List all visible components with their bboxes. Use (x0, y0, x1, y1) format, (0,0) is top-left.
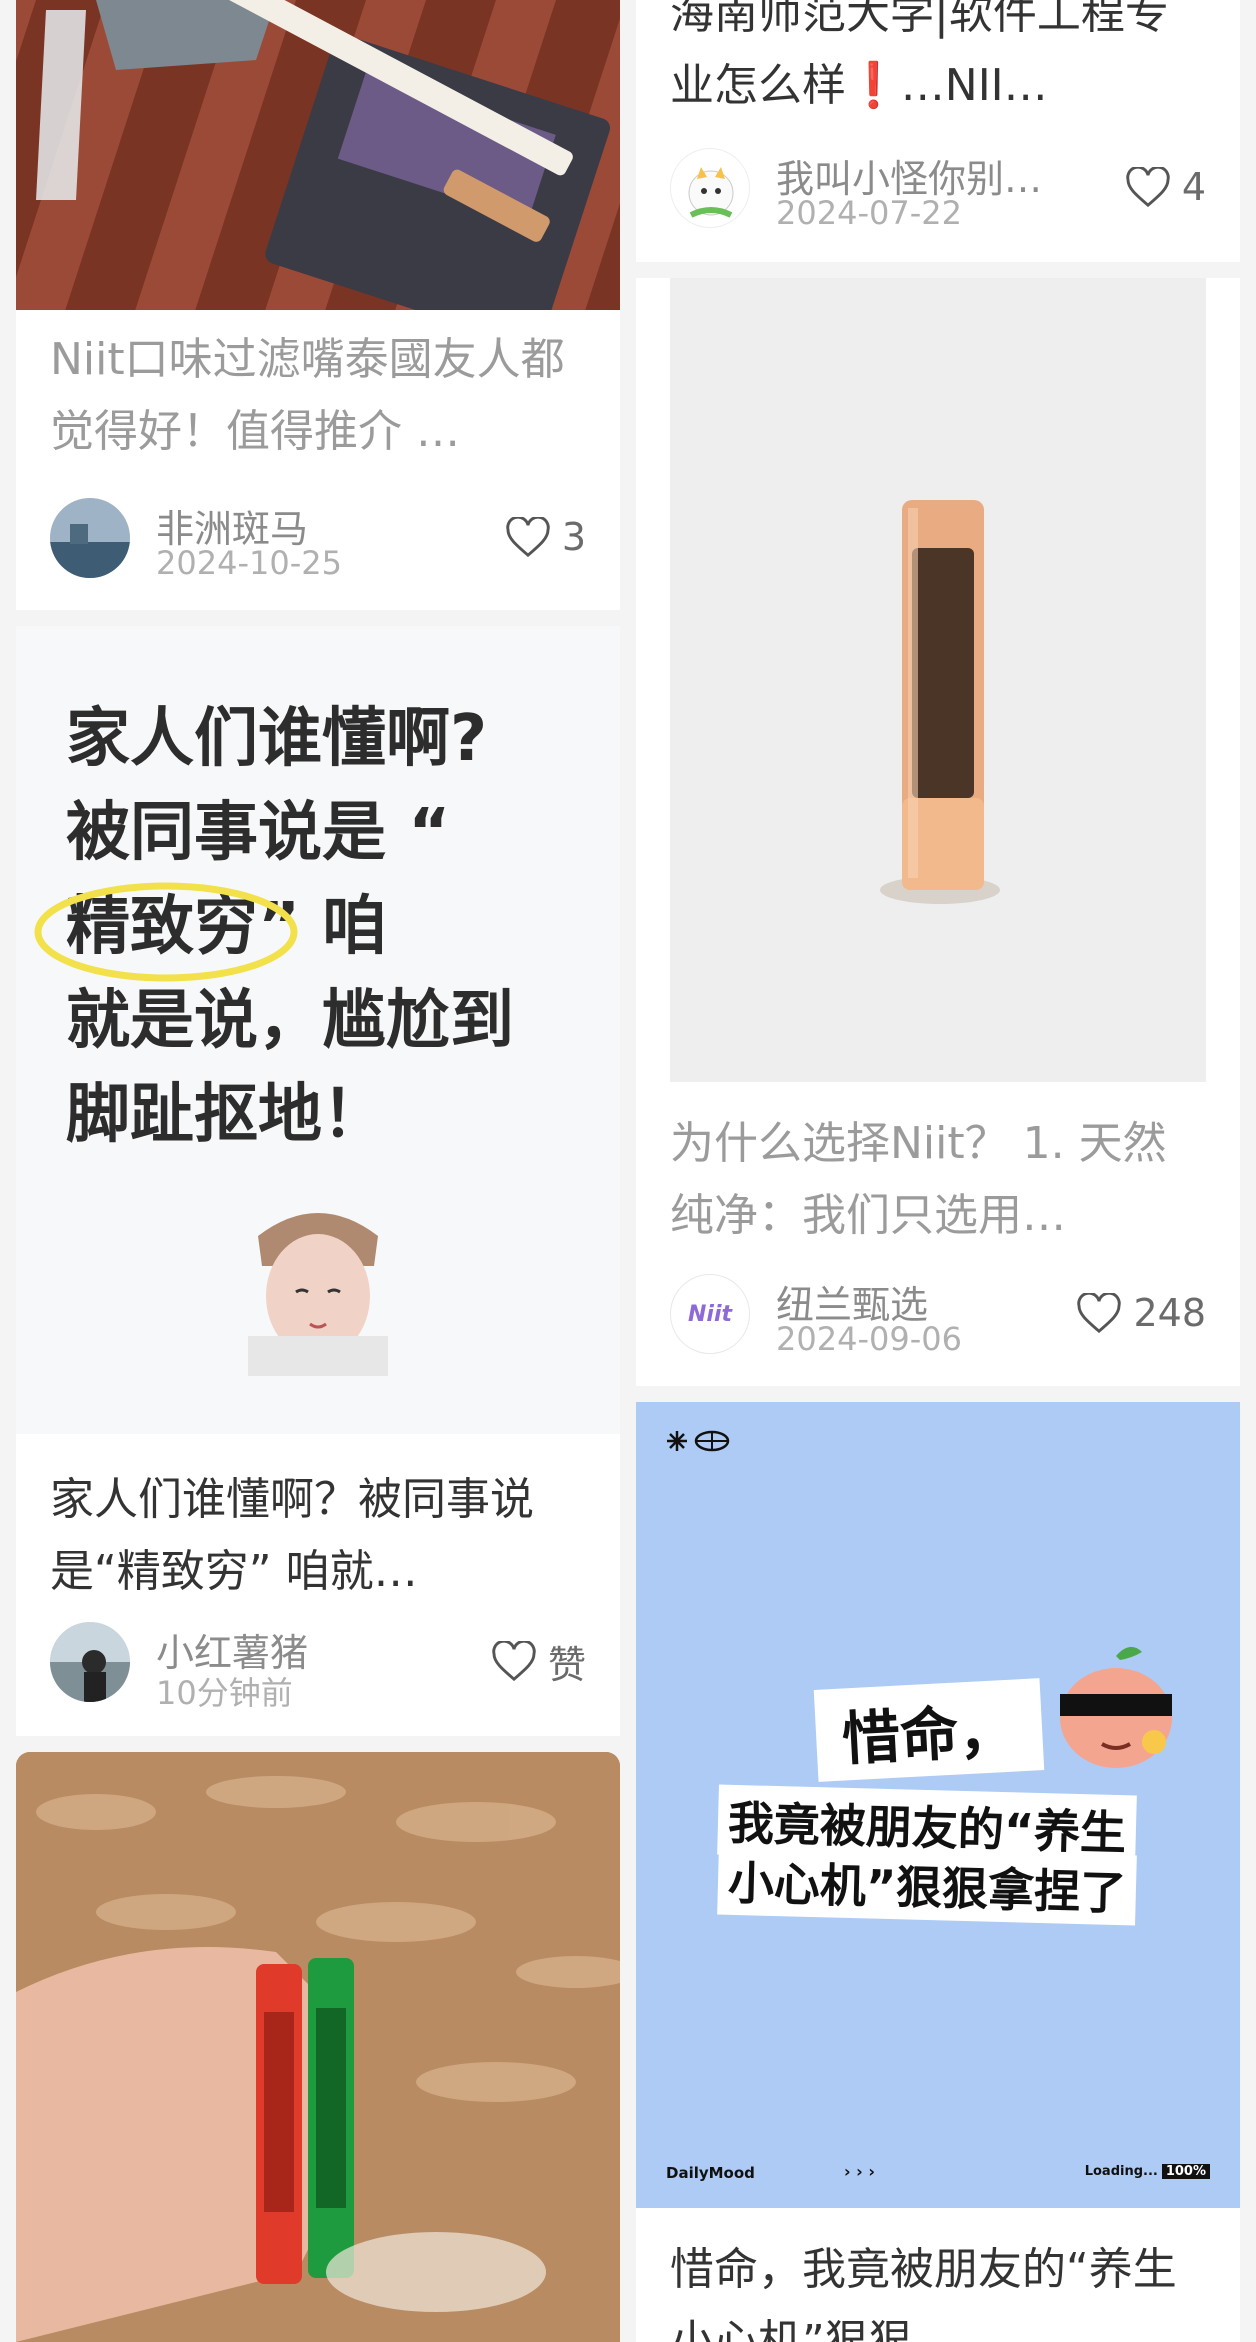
blue-cover: 惜命， 我竟被朋友的“养生 小心机”狠狠拿捏了 DailyMood › › › … (636, 1402, 1240, 2208)
post-date: 10分钟前 (156, 1674, 293, 1712)
card-title: 家人们谁懂啊？被同事说是“精致穷” 咱就… (50, 1474, 534, 1597)
cover-headline-3: 小心机”狠狠拿捏了 (717, 1844, 1138, 1926)
avatar-text: Niit (687, 1301, 732, 1327)
cover-headline-1: 惜命， (813, 1678, 1045, 1782)
like-count: 4 (1181, 165, 1206, 209)
loading-percent: 100% (1161, 2164, 1210, 2179)
card-title: 惜命，我竟被朋友的“养生小心机”狠狠… (670, 2244, 1177, 2342)
post-date: 2024-10-25 (156, 544, 342, 582)
avatar[interactable] (670, 148, 750, 228)
post-date: 2024-07-22 (776, 194, 962, 232)
heart-icon (492, 1641, 536, 1681)
card-meta: 我叫小怪你别… 2024-07-22 4 (670, 148, 1206, 232)
card-meta: 小红薯猪 10分钟前 赞 (50, 1622, 586, 1712)
pager-dots: › › › (844, 2162, 875, 2181)
like-button[interactable]: 248 (1077, 1288, 1206, 1338)
like-count: 3 (561, 515, 586, 559)
feed-card-jingzhiqiong[interactable]: 家人们谁懂啊? 被同事说是 “ 精致穷” 咱 就是说，尴尬到 脚趾抠地！ 家人们… (16, 626, 620, 1736)
sunglasses-peach-sticker (1060, 1646, 1172, 1768)
post-date: 2024-09-06 (776, 1320, 962, 1358)
like-button[interactable]: 赞 (492, 1636, 586, 1687)
feed-card-hand-filters[interactable] (16, 1752, 620, 2342)
filter-tube-photo (670, 278, 1206, 1082)
text-cover: 家人们谁懂啊? 被同事说是 “ 精致穷” 咱 就是说，尴尬到 脚趾抠地！ (16, 626, 620, 1434)
card-title: 海南师范大学|软件工程专业怎么样❗…NII… (670, 0, 1169, 111)
buddha-statue-sticker (248, 1213, 388, 1376)
card-meta: 非洲斑马 2024-10-25 3 (50, 498, 586, 582)
heart-icon (1077, 1293, 1122, 1333)
feed-card-ximing[interactable]: 惜命， 我竟被朋友的“养生 小心机”狠狠拿捏了 DailyMood › › › … (636, 1402, 1240, 2342)
card-meta: Niit 纽兰甄选 2024-09-06 248 (670, 1274, 1206, 1358)
feed-card-hainan-university[interactable]: 海南师范大学|软件工程专业怎么样❗…NII… 我叫小怪你别… 2024-07-2… (636, 0, 1240, 262)
card-title: Niit口味过滤嘴泰國友人都觉得好！值得推介 … (50, 334, 565, 457)
like-button[interactable]: 4 (1126, 162, 1206, 212)
like-count: 248 (1133, 1291, 1206, 1335)
avatar[interactable]: Niit (670, 1274, 750, 1354)
like-count: 赞 (547, 1642, 586, 1687)
like-button[interactable]: 3 (506, 512, 586, 562)
avatar[interactable] (50, 498, 130, 578)
feed-card-why-niit[interactable]: 为什么选择Niit？ 1. 天然纯净：我们只选用… Niit 纽兰甄选 2024… (636, 278, 1240, 1386)
heart-icon (506, 517, 550, 557)
brand-label: DailyMood (666, 2164, 755, 2182)
feed-card-niit-thailand[interactable]: Niit口味过滤嘴泰國友人都觉得好！值得推介 … 非洲斑马 2024-10-25… (16, 0, 620, 610)
avatar[interactable] (50, 1622, 130, 1702)
heart-icon (1126, 167, 1170, 207)
loading-text: Loading... (1084, 2164, 1158, 2179)
cigarette-pack-photo (16, 0, 620, 310)
loading-indicator: Loading... 100% (1085, 2164, 1210, 2179)
hand-holding-filters-photo (16, 1752, 620, 2342)
sparkle-globe-icon (667, 1430, 730, 1452)
card-title: 为什么选择Niit？ 1. 天然纯净：我们只选用… (670, 1118, 1167, 1241)
